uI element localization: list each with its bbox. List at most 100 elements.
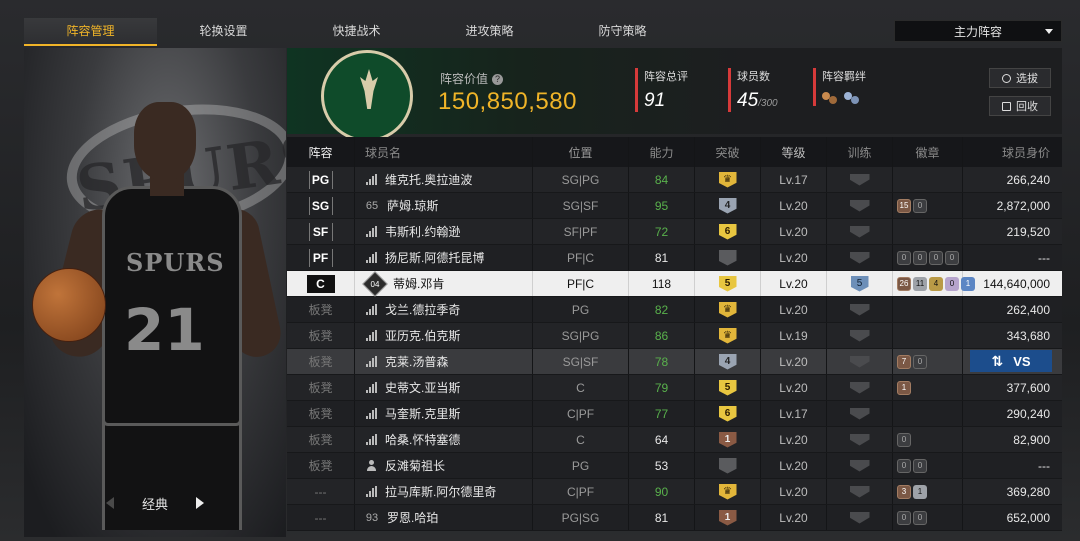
player-ability: 82 — [629, 297, 695, 322]
train-icon[interactable] — [849, 433, 870, 446]
lineup-slot-label: 板凳 — [308, 303, 333, 317]
train-icon[interactable] — [849, 251, 870, 264]
badge-icon: 0 — [913, 458, 927, 473]
player-price: 262,400 — [1006, 302, 1050, 317]
table-row[interactable]: SF 韦斯利.约翰逊 SF|PF 72 6 Lv.20 219,520 — [287, 219, 1062, 245]
player-name[interactable]: 反滩菊祖长 — [385, 457, 445, 474]
train-icon[interactable] — [849, 407, 870, 420]
badge-icon: 0 — [913, 198, 927, 213]
table-row[interactable]: 板凳 史蒂文.亚当斯 C 79 5 Lv.20 1 377,600 — [287, 375, 1062, 401]
table-row[interactable]: 板凳 亚历克.伯克斯 SG|PG 86 ♛ Lv.19 343,680 — [287, 323, 1062, 349]
header-lineup[interactable]: 阵容 — [287, 137, 355, 167]
recycle-button[interactable]: 回收 — [989, 96, 1051, 116]
header-badge[interactable]: 徽章 — [893, 137, 963, 167]
table-row[interactable]: 板凳 戈兰.德拉季奇 PG 82 ♛ Lv.20 262,400 — [287, 297, 1062, 323]
train-cell — [827, 505, 893, 530]
table-row[interactable]: SG 65 萨姆.琼斯 SG|SF 95 4 Lv.20 15 0 2,872,000 — [287, 193, 1062, 219]
tab-defense-strategy[interactable]: 防守策略 — [556, 18, 689, 46]
player-ability: 95 — [629, 193, 695, 218]
lineup-rating-value: 91 — [644, 90, 666, 111]
header-ability[interactable]: 能力 — [629, 137, 695, 167]
table-row[interactable]: PF 扬尼斯.阿德托昆博 PF|C 81 Lv.20 0 0 0 0 --- — [287, 245, 1062, 271]
train-icon[interactable] — [849, 381, 870, 394]
table-row[interactable]: 板凳 哈桑.怀特塞德 C 64 1 Lv.20 0 82,900 — [287, 427, 1062, 453]
badge-icon: 0 — [945, 276, 959, 291]
player-name[interactable]: 史蒂文.亚当斯 — [385, 379, 460, 396]
train-icon[interactable] — [849, 329, 870, 342]
train-icon[interactable] — [849, 459, 870, 472]
player-name[interactable]: 克莱.汤普森 — [385, 353, 448, 370]
break-cell: ♛ — [695, 297, 761, 322]
header-position[interactable]: 位置 — [533, 137, 629, 167]
table-row[interactable]: 板凳 马奎斯.克里斯 C|PF 77 6 Lv.17 290,240 — [287, 401, 1062, 427]
lineup-slot-cell: 板凳 — [287, 349, 355, 374]
lineup-slot-cell: PF — [287, 245, 355, 270]
player-portrait-panel: SPURS SPURS 21 经典 — [24, 48, 286, 537]
player-name[interactable]: 哈桑.怀特塞德 — [385, 431, 460, 448]
player-name[interactable]: 萨姆.琼斯 — [387, 197, 438, 214]
lineup-slot-tag: PF — [308, 248, 333, 267]
signal-bars-icon — [365, 173, 377, 186]
train-cell: 5 — [827, 271, 893, 296]
player-position: C — [533, 375, 629, 400]
recycle-icon — [1002, 101, 1011, 111]
badge-icon: 0 — [945, 250, 959, 265]
tab-lineup-management[interactable]: 阵容管理 — [24, 18, 157, 46]
badge-icon: 0 — [913, 250, 927, 265]
lineup-slot-cell: 板凳 — [287, 375, 355, 400]
player-count-number: 45 — [737, 90, 759, 111]
table-row[interactable]: 板凳 反滩菊祖长 PG 53 Lv.20 0 0 --- — [287, 453, 1062, 479]
arrow-left-icon[interactable] — [105, 497, 114, 509]
train-icon[interactable] — [849, 355, 870, 368]
compare-button[interactable]: ⇅ VS — [970, 350, 1052, 372]
table-row[interactable]: --- 拉马库斯.阿尔德里奇 C|PF 90 ♛ Lv.20 3 1 369,280 — [287, 479, 1062, 505]
table-row[interactable]: 板凳 克莱.汤普森 SG|SF 78 4 Lv.20 7 0 ⇅ VS — [287, 349, 1062, 375]
player-name[interactable]: 戈兰.德拉季奇 — [385, 301, 460, 318]
train-icon[interactable] — [849, 303, 870, 316]
player-name[interactable]: 蒂姆.邓肯 — [393, 275, 444, 292]
badge-cell: 15 0 — [893, 193, 963, 218]
header-level[interactable]: 等级 — [761, 137, 827, 167]
player-name[interactable]: 罗恩.哈珀 — [387, 509, 438, 526]
tab-offense-strategy[interactable]: 进攻策略 — [423, 18, 556, 46]
player-name-cell: 史蒂文.亚当斯 — [355, 375, 533, 400]
break-level-icon: 1 — [718, 431, 737, 448]
header-train[interactable]: 训练 — [827, 137, 893, 167]
badge-cell: 1 — [893, 375, 963, 400]
table-row[interactable]: --- 93 罗恩.哈珀 PG|SG 81 1 Lv.20 0 0 652,000 — [287, 505, 1062, 531]
bond-bronze-icon[interactable] — [822, 92, 838, 106]
player-ability: 81 — [629, 505, 695, 530]
help-icon[interactable]: ? — [492, 74, 504, 85]
break-cell: 5 — [695, 375, 761, 400]
player-name-cell: 马奎斯.克里斯 — [355, 401, 533, 426]
tab-rotation-settings[interactable]: 轮换设置 — [157, 18, 290, 46]
player-name[interactable]: 马奎斯.克里斯 — [385, 405, 460, 422]
player-name[interactable]: 亚历克.伯克斯 — [385, 327, 460, 344]
pick-button[interactable]: 选拔 — [989, 68, 1051, 88]
player-level: Lv.20 — [761, 479, 827, 504]
train-icon[interactable] — [849, 511, 870, 524]
train-icon[interactable] — [849, 225, 870, 238]
header-name[interactable]: 球员名 — [355, 137, 533, 167]
header-break[interactable]: 突破 — [695, 137, 761, 167]
train-icon[interactable] — [849, 199, 870, 212]
player-count-value: 45/300 — [737, 90, 778, 112]
train-level-icon[interactable]: 5 — [850, 275, 869, 292]
player-name[interactable]: 拉马库斯.阿尔德里奇 — [385, 483, 496, 500]
tab-quick-tactics[interactable]: 快捷战术 — [290, 18, 423, 46]
arrow-right-icon[interactable] — [196, 497, 204, 509]
train-cell — [827, 219, 893, 244]
header-price[interactable]: 球员身价 — [963, 137, 1062, 167]
train-icon[interactable] — [849, 485, 870, 498]
player-name[interactable]: 维克托.奥拉迪波 — [385, 171, 472, 188]
lineup-dropdown[interactable]: 主力阵容 — [894, 20, 1062, 42]
break-level-icon: 6 — [718, 405, 737, 422]
bond-silver-icon[interactable] — [844, 92, 860, 106]
badge-icon: 3 — [897, 484, 911, 499]
player-position: C|PF — [533, 401, 629, 426]
table-row[interactable]: C 04 蒂姆.邓肯 PF|C 118 5 Lv.20 5 26 11 4 0 1 144,640,000 — [287, 270, 1062, 297]
player-name[interactable]: 扬尼斯.阿德托昆博 — [385, 249, 484, 266]
player-name[interactable]: 韦斯利.约翰逊 — [385, 223, 460, 240]
table-row[interactable]: PG 维克托.奥拉迪波 SG|PG 84 ♛ Lv.17 266,240 — [287, 167, 1062, 193]
train-icon[interactable] — [849, 173, 870, 186]
